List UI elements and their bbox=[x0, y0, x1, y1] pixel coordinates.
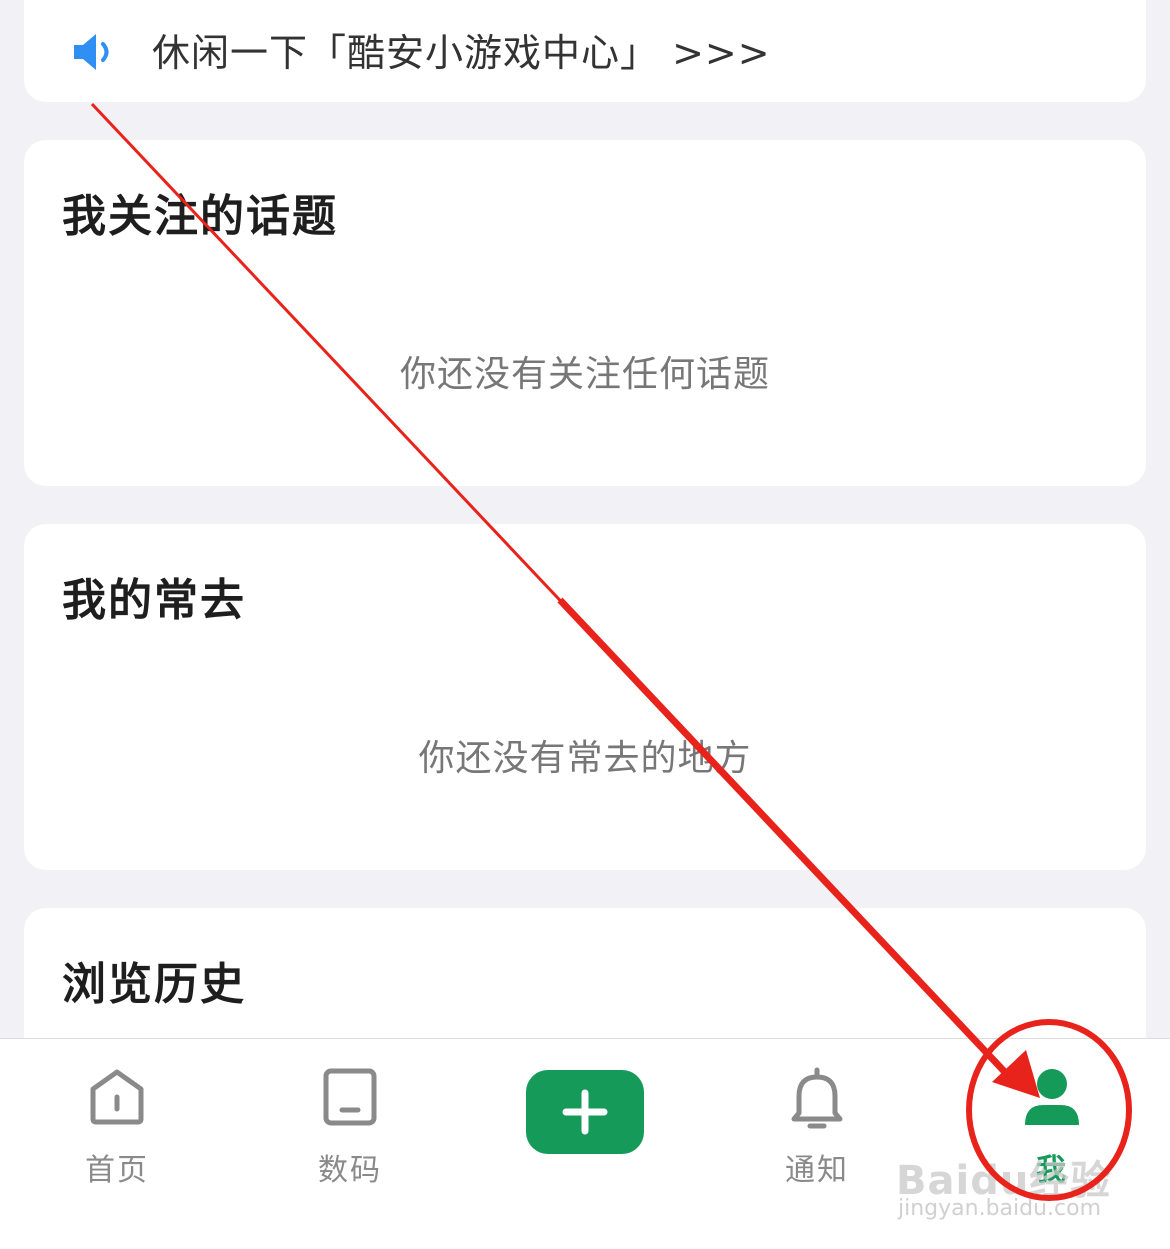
home-icon bbox=[90, 1069, 144, 1125]
tab-notify[interactable]: 通知 bbox=[727, 1039, 907, 1249]
baidu-watermark-url: jingyan.baidu.com bbox=[898, 1196, 1102, 1221]
add-post-button[interactable] bbox=[526, 1070, 644, 1154]
frequent-places-title[interactable]: 我的常去 bbox=[62, 564, 246, 628]
speaker-icon bbox=[74, 34, 109, 70]
tab-home[interactable]: 首页 bbox=[27, 1039, 207, 1249]
tab-digital-label: 数码 bbox=[318, 1153, 382, 1188]
followed-topics-card: 我关注的话题 你还没有关注任何话题 bbox=[24, 140, 1146, 486]
tab-home-label: 首页 bbox=[85, 1153, 149, 1188]
tab-notify-label: 通知 bbox=[785, 1153, 849, 1188]
plus-icon bbox=[562, 1089, 608, 1135]
announcement-text: 休闲一下「酷安小游戏中心」 >>> bbox=[152, 31, 771, 75]
bell-icon bbox=[791, 1067, 843, 1129]
frequent-places-empty: 你还没有常去的地方 bbox=[418, 738, 752, 779]
user-icon bbox=[1025, 1069, 1079, 1125]
tablet-icon bbox=[323, 1068, 377, 1126]
frequent-places-card: 我的常去 你还没有常去的地方 bbox=[24, 524, 1146, 870]
browse-history-title[interactable]: 浏览历史 bbox=[62, 948, 246, 1012]
tab-digital[interactable]: 数码 bbox=[260, 1039, 440, 1249]
followed-topics-title[interactable]: 我关注的话题 bbox=[62, 180, 338, 244]
followed-topics-empty: 你还没有关注任何话题 bbox=[399, 354, 770, 395]
announcement-banner[interactable]: 休闲一下「酷安小游戏中心」 >>> bbox=[24, 0, 1146, 102]
